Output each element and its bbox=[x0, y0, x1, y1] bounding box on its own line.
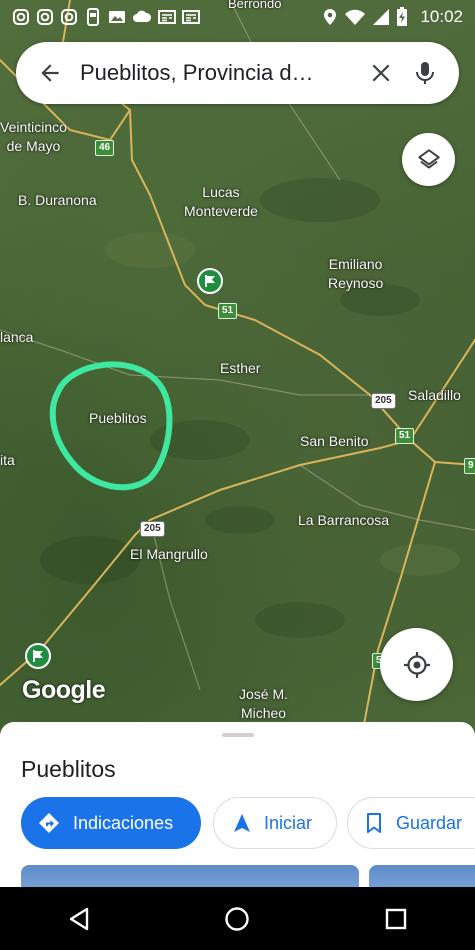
save-button[interactable]: Guardar bbox=[347, 797, 475, 849]
instagram-icon bbox=[37, 9, 53, 25]
place-label-b-duranona[interactable]: B. Duranona bbox=[18, 191, 97, 210]
instagram-icon bbox=[13, 9, 29, 25]
place-label-san-benito[interactable]: San Benito bbox=[300, 432, 369, 451]
news-icon bbox=[182, 10, 200, 24]
place-label-saladillo[interactable]: Saladillo bbox=[408, 386, 461, 405]
navigation-arrow-icon bbox=[234, 814, 250, 832]
place-label-lucas-monteverde[interactable]: Lucas Monteverde bbox=[184, 183, 258, 221]
route-shield-205: 205 bbox=[140, 521, 165, 537]
battery-charging-icon bbox=[397, 7, 408, 26]
nav-back-button[interactable] bbox=[49, 894, 109, 944]
system-navigation-bar bbox=[0, 887, 475, 950]
location-icon bbox=[324, 9, 337, 25]
route-shield-51: 51 bbox=[218, 303, 238, 319]
clear-search-button[interactable] bbox=[359, 61, 403, 85]
place-label-pueblitos[interactable]: Pueblitos bbox=[89, 409, 147, 428]
status-bar: 10:02 bbox=[0, 0, 475, 34]
poi-flag-marker[interactable] bbox=[197, 268, 223, 294]
my-location-icon bbox=[403, 651, 430, 678]
nav-recents-button[interactable] bbox=[366, 894, 426, 944]
mic-icon bbox=[416, 62, 434, 84]
my-location-button[interactable] bbox=[380, 628, 453, 701]
save-label: Guardar bbox=[396, 812, 463, 833]
place-label-emiliano-reynoso[interactable]: Emiliano Reynoso bbox=[328, 255, 383, 293]
close-icon bbox=[372, 64, 390, 82]
google-logo: Google bbox=[22, 676, 106, 704]
place-title: Pueblitos bbox=[21, 756, 116, 782]
place-label-veinticinco-de-mayo[interactable]: Veinticinco de Mayo bbox=[0, 118, 67, 156]
phone-message-icon bbox=[87, 8, 99, 26]
layers-button[interactable] bbox=[402, 133, 455, 186]
start-navigation-button[interactable]: Iniciar bbox=[213, 797, 337, 849]
nav-home-icon bbox=[225, 906, 250, 931]
arrow-back-icon bbox=[41, 64, 59, 82]
place-photo[interactable] bbox=[369, 865, 475, 887]
search-input[interactable]: Pueblitos, Provincia d… bbox=[80, 60, 359, 86]
flag-icon bbox=[205, 275, 215, 287]
search-bar[interactable]: Pueblitos, Provincia d… bbox=[16, 42, 459, 104]
poi-flag-marker[interactable] bbox=[25, 643, 51, 669]
nav-back-icon bbox=[69, 907, 89, 930]
place-label-ita[interactable]: ita bbox=[0, 451, 15, 470]
status-notification-icons bbox=[12, 8, 200, 26]
status-clock: 10:02 bbox=[420, 7, 463, 26]
place-label-la-barrancosa[interactable]: La Barrancosa bbox=[298, 511, 389, 530]
nav-home-button[interactable] bbox=[207, 894, 267, 944]
place-label-esther[interactable]: Esther bbox=[220, 359, 260, 378]
image-icon bbox=[109, 11, 125, 23]
cloud-icon bbox=[133, 10, 152, 22]
bookmark-icon bbox=[367, 813, 381, 833]
voice-search-button[interactable] bbox=[403, 60, 447, 86]
map-view[interactable]: Berrondo Veinticinco de Mayo B. Duranona… bbox=[0, 0, 475, 735]
layers-icon bbox=[417, 148, 440, 169]
place-label-el-mangrullo[interactable]: El Mangrullo bbox=[130, 545, 208, 564]
route-shield-9: 9 bbox=[464, 458, 475, 474]
directions-icon bbox=[39, 813, 59, 833]
status-system-icons: 10:02 bbox=[322, 7, 463, 27]
directions-label: Indicaciones bbox=[73, 812, 174, 833]
wifi-icon bbox=[345, 9, 366, 25]
signal-icon bbox=[373, 9, 390, 25]
back-button[interactable] bbox=[30, 60, 70, 86]
sheet-drag-handle[interactable] bbox=[222, 733, 254, 737]
route-shield-46: 46 bbox=[95, 140, 115, 156]
route-shield-205: 205 bbox=[371, 393, 396, 409]
directions-button[interactable]: Indicaciones bbox=[21, 797, 201, 849]
flag-icon bbox=[33, 650, 43, 662]
place-bottom-sheet[interactable]: Pueblitos Indicaciones Iniciar Guardar bbox=[0, 722, 475, 887]
route-shield-51: 51 bbox=[395, 428, 415, 444]
place-label-lanca[interactable]: lanca bbox=[0, 328, 33, 347]
place-photo[interactable] bbox=[21, 865, 359, 887]
nav-recents-icon bbox=[385, 908, 407, 929]
news-icon bbox=[158, 10, 176, 24]
instagram-icon bbox=[61, 9, 77, 25]
place-label-jose-m-micheo[interactable]: José M. Micheo bbox=[239, 685, 288, 723]
start-label: Iniciar bbox=[264, 812, 313, 833]
